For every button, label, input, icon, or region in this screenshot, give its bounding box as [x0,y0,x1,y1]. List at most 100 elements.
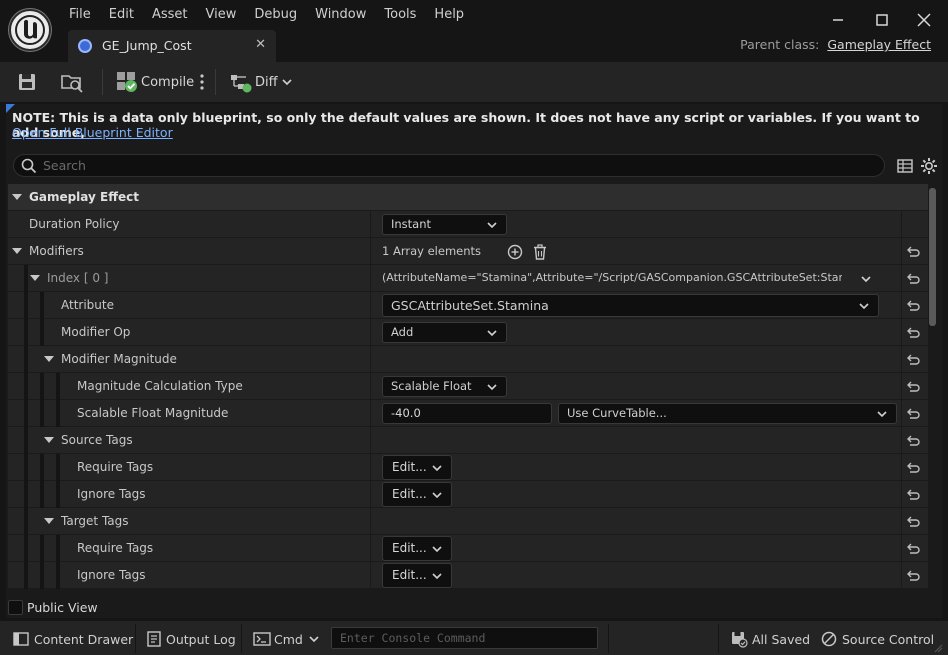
compile-label: Compile [141,74,195,90]
target-require-tags-edit-button[interactable]: Edit... [382,536,452,561]
modifier-op-dropdown[interactable]: Add [382,322,507,343]
settings-button[interactable] [920,157,938,175]
source-ignore-tags-edit-button[interactable]: Edit... [382,482,452,507]
menu-tools[interactable]: Tools [375,5,425,25]
column-splitter[interactable] [370,292,371,319]
maximize-button[interactable] [872,10,892,30]
reset-to-default-icon[interactable] [906,326,920,338]
output-log-button[interactable]: Output Log [146,629,236,649]
minimize-button[interactable] [828,10,848,30]
terminal-icon [253,632,271,646]
unreal-logo-icon[interactable] [9,9,51,51]
column-splitter[interactable] [370,373,371,400]
reset-to-default-icon[interactable] [906,245,920,257]
curve-table-dropdown[interactable]: Use CurveTable... [558,403,897,424]
column-splitter[interactable] [370,427,371,454]
category-gameplay-effect[interactable]: Gameplay Effect [8,184,928,211]
toolbar: Compile Diff [0,62,948,102]
column-splitter[interactable] [370,400,371,427]
toolbar-divider [102,69,103,95]
trash-icon[interactable] [532,244,548,260]
column-splitter[interactable] [370,238,371,265]
column-splitter[interactable] [370,454,371,481]
browse-button[interactable] [60,67,84,97]
all-saved-button[interactable]: All Saved [730,629,810,649]
reset-to-default-icon[interactable] [906,434,920,446]
console-placeholder: Enter Console Command [340,631,486,645]
column-splitter[interactable] [370,535,371,562]
reset-column [901,211,902,238]
reset-column [901,238,902,265]
reset-to-default-icon[interactable] [906,299,920,311]
search-input[interactable]: Search [13,154,885,177]
chevron-down-icon[interactable] [860,273,872,285]
caret-down-icon[interactable] [44,356,54,362]
reset-to-default-icon[interactable] [906,272,920,284]
reset-to-default-icon[interactable] [906,407,920,419]
add-element-icon[interactable] [507,244,523,260]
row-source-tags: Source Tags [8,427,928,454]
open-full-blueprint-editor-link[interactable]: Open Full Blueprint Editor [12,125,173,140]
property-matrix-button[interactable] [896,157,914,175]
caret-down-icon[interactable] [30,275,40,281]
compile-options-button[interactable] [196,67,208,97]
menu-edit[interactable]: Edit [100,5,143,25]
content-drawer-label: Content Drawer [34,631,134,647]
menu-debug[interactable]: Debug [245,5,306,25]
console-command-input[interactable]: Enter Console Command [331,627,598,649]
source-control-button[interactable]: Source Control [820,629,934,649]
diff-button[interactable]: Diff [229,67,294,97]
public-view-checkbox[interactable] [8,599,23,615]
indent-guide [24,562,28,589]
column-splitter[interactable] [370,481,371,508]
caret-down-icon[interactable] [12,248,22,254]
scalable-float-magnitude-label: Scalable Float Magnitude [77,406,229,420]
column-splitter[interactable] [370,562,371,589]
attribute-dropdown[interactable]: GSCAttributeSet.Stamina [382,294,879,317]
menu-window[interactable]: Window [306,5,375,25]
reset-to-default-icon[interactable] [906,542,920,554]
close-window-button[interactable] [914,10,934,30]
reset-to-default-icon[interactable] [906,515,920,527]
scalable-float-magnitude-input[interactable]: -40.0 [382,403,552,424]
tab-ge-jump-cost[interactable]: GE_Jump_Cost ✕ [68,30,276,62]
indent-guide [24,265,28,292]
column-splitter[interactable] [370,346,371,373]
parent-class-link[interactable]: Gameplay Effect [827,37,931,52]
menu-view[interactable]: View [197,5,246,25]
details-scrollbar[interactable] [928,186,938,592]
caret-down-icon[interactable] [44,437,54,443]
menu-help[interactable]: Help [425,5,473,25]
public-view-toggle[interactable]: Public View [8,598,98,616]
status-bar: Content Drawer Output Log Cmd Enter Cons… [0,620,948,655]
reset-column [901,454,902,481]
source-require-tags-edit-button[interactable]: Edit... [382,455,452,480]
duration-policy-dropdown[interactable]: Instant [382,214,507,235]
save-button[interactable] [16,67,38,97]
row-duration-policy: Duration Policy Instant [8,211,928,238]
compile-button[interactable]: Compile [116,67,194,97]
reset-to-default-icon[interactable] [906,380,920,392]
magnitude-calculation-type-dropdown[interactable]: Scalable Float [382,376,507,397]
column-splitter[interactable] [370,265,371,292]
target-ignore-tags-edit-button[interactable]: Edit... [382,563,452,588]
scrollbar-thumb[interactable] [929,188,936,326]
column-splitter[interactable] [370,319,371,346]
content-drawer-button[interactable]: Content Drawer [12,629,133,649]
caret-down-icon[interactable] [44,518,54,524]
indent-guide [40,562,44,589]
modifier-op-label: Modifier Op [61,325,131,339]
column-splitter[interactable] [370,211,371,238]
cmd-dropdown[interactable]: Cmd [253,629,321,649]
reset-to-default-icon[interactable] [906,569,920,581]
column-splitter[interactable] [370,508,371,535]
reset-to-default-icon[interactable] [906,353,920,365]
menu-asset[interactable]: Asset [143,5,197,25]
chevron-down-icon [432,573,442,580]
resize-grip-icon[interactable] [933,643,943,653]
reset-to-default-icon[interactable] [906,461,920,473]
menu-file[interactable]: File [60,5,100,25]
reset-to-default-icon[interactable] [906,488,920,500]
tab-close-icon[interactable]: ✕ [255,37,266,52]
minimize-icon [833,19,843,21]
